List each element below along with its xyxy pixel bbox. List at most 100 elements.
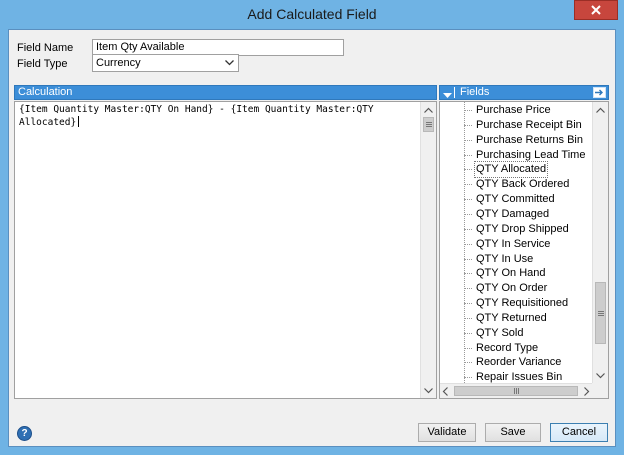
tree-connector <box>464 332 472 334</box>
field-list-item-label: QTY Drop Shipped <box>476 222 569 235</box>
text-caret <box>78 116 80 127</box>
tree-connector <box>464 243 472 245</box>
fields-tree-viewport: Purchase Price Purchase Receipt Bin Purcha… <box>440 102 592 383</box>
field-type-value: Currency <box>96 57 141 69</box>
tree-connector <box>464 347 472 349</box>
tree-connector <box>464 199 472 201</box>
field-list-item-label: Purchase Price <box>476 104 551 116</box>
tree-connector <box>464 317 472 319</box>
close-button[interactable] <box>574 0 618 20</box>
fields-hscrollbar[interactable] <box>440 383 592 398</box>
fields-vscrollbar[interactable] <box>592 102 608 383</box>
field-list-item-label: QTY In Service <box>476 237 551 250</box>
field-list-item-label: Purchase Returns Bin <box>476 133 583 146</box>
tree-connector <box>464 377 472 379</box>
field-list-item[interactable]: QTY Requisitioned <box>440 296 592 311</box>
fields-scroll-thumb[interactable] <box>595 282 606 344</box>
field-list-item-label: QTY On Order <box>476 282 548 295</box>
tree-connector <box>464 288 472 290</box>
dialog-title: Add Calculated Field <box>247 6 377 22</box>
chevron-left-icon <box>442 387 448 396</box>
tree-connector <box>464 213 472 215</box>
field-list-item-label: QTY Returned <box>476 311 547 324</box>
field-list-item[interactable]: Reorder Variance <box>440 355 592 370</box>
scroll-right-button[interactable] <box>584 387 590 399</box>
calculation-header: Calculation <box>14 85 437 100</box>
calculation-scrollbar[interactable] <box>420 102 436 398</box>
field-type-label: Field Type <box>17 58 68 70</box>
calculation-line-1: {Item Quantity Master:QTY On Hand} - {It… <box>19 104 374 115</box>
field-list-item-label: QTY Back Ordered <box>476 178 570 191</box>
chevron-right-icon <box>584 387 590 396</box>
field-list-item[interactable]: Purchase Returns Bin <box>440 133 592 148</box>
field-list-item[interactable]: QTY Returned <box>440 311 592 326</box>
save-button[interactable]: Save <box>485 423 541 442</box>
fields-hscroll-thumb[interactable] <box>454 386 578 396</box>
insert-field-icon[interactable] <box>593 87 606 102</box>
close-icon <box>591 5 601 15</box>
scroll-thumb[interactable] <box>423 117 434 132</box>
chevron-down-icon <box>424 387 433 393</box>
fields-header: Fields <box>439 85 609 100</box>
field-list-item-label: QTY Sold <box>476 326 524 339</box>
field-list-item[interactable]: QTY On Hand <box>440 266 592 281</box>
chevron-up-icon <box>596 107 605 113</box>
field-list-item-label: Repair Issues Bin <box>476 371 563 383</box>
field-list-item-label: QTY Allocated <box>473 161 549 179</box>
calculation-editor[interactable]: {Item Quantity Master:QTY On Hand} - {It… <box>14 101 437 399</box>
tree-connector <box>464 169 472 171</box>
grip-icon <box>425 122 432 127</box>
grip-icon <box>513 388 519 394</box>
chevron-up-icon <box>424 107 433 113</box>
tree-connector <box>464 258 472 260</box>
field-list-item[interactable]: Purchase Receipt Bin <box>440 118 592 133</box>
tree-connector <box>464 124 472 126</box>
help-icon[interactable]: ? <box>17 426 32 441</box>
cancel-button[interactable]: Cancel <box>550 423 608 442</box>
tree-connector <box>464 184 472 186</box>
field-list-item-label: Purchasing Lead Time <box>476 148 586 161</box>
scroll-down-button[interactable] <box>421 383 436 398</box>
scroll-left-button[interactable] <box>442 387 448 399</box>
field-type-select[interactable]: Currency <box>92 54 239 72</box>
field-name-label: Field Name <box>17 42 74 54</box>
field-list-item[interactable]: QTY Drop Shipped <box>440 222 592 237</box>
field-list-item[interactable]: QTY Sold <box>440 326 592 341</box>
tree-connector <box>464 273 472 275</box>
grip-icon <box>597 310 604 316</box>
field-list-item-label: QTY Requisitioned <box>476 297 569 310</box>
field-list-item[interactable]: QTY Damaged <box>440 207 592 222</box>
field-list-item[interactable]: QTY Back Ordered <box>440 177 592 192</box>
field-list-item-label: Reorder Variance <box>476 356 562 369</box>
field-list-item-label: QTY Damaged <box>476 207 550 220</box>
tree-connector <box>464 362 472 364</box>
chevron-down-icon <box>596 372 605 378</box>
calculation-line-2: Allocated} <box>19 117 77 128</box>
scroll-up-button[interactable] <box>421 102 436 117</box>
fields-tree[interactable]: Purchase Price Purchase Receipt Bin Purcha… <box>439 101 609 399</box>
chevron-down-icon <box>222 56 236 70</box>
scroll-corner <box>592 383 608 398</box>
field-list-item[interactable]: Purchasing Lead Time <box>440 148 592 163</box>
field-list-item-label: QTY In Use <box>476 252 534 265</box>
field-list-item[interactable]: QTY Allocated <box>440 161 592 179</box>
field-list-item[interactable]: QTY Committed <box>440 192 592 207</box>
field-list-item[interactable]: Purchase Price <box>440 103 592 118</box>
field-list-item[interactable]: Repair Issues Bin <box>440 370 592 383</box>
field-list-item[interactable]: Record Type <box>440 341 592 356</box>
field-list-item[interactable]: QTY On Order <box>440 281 592 296</box>
field-list-item[interactable]: QTY In Use <box>440 252 592 267</box>
field-list-item-label: Record Type <box>476 341 539 354</box>
calculation-text: {Item Quantity Master:QTY On Hand} - {It… <box>19 104 419 129</box>
tree-connector <box>464 139 472 141</box>
tree-connector <box>464 110 472 111</box>
field-list-item-label: QTY On Hand <box>476 267 546 280</box>
dialog-window: Add Calculated Field Field Name Item Qty… <box>0 0 624 455</box>
fields-scroll-down-button[interactable] <box>593 368 608 383</box>
tree-connector <box>464 154 472 156</box>
field-list-item[interactable]: QTY In Service <box>440 237 592 252</box>
dialog-client: Field Name Item Qty Available Field Type… <box>8 29 616 447</box>
fields-header-label: Fields <box>460 86 490 98</box>
validate-button[interactable]: Validate <box>418 423 476 442</box>
fields-scroll-up-button[interactable] <box>593 102 608 117</box>
